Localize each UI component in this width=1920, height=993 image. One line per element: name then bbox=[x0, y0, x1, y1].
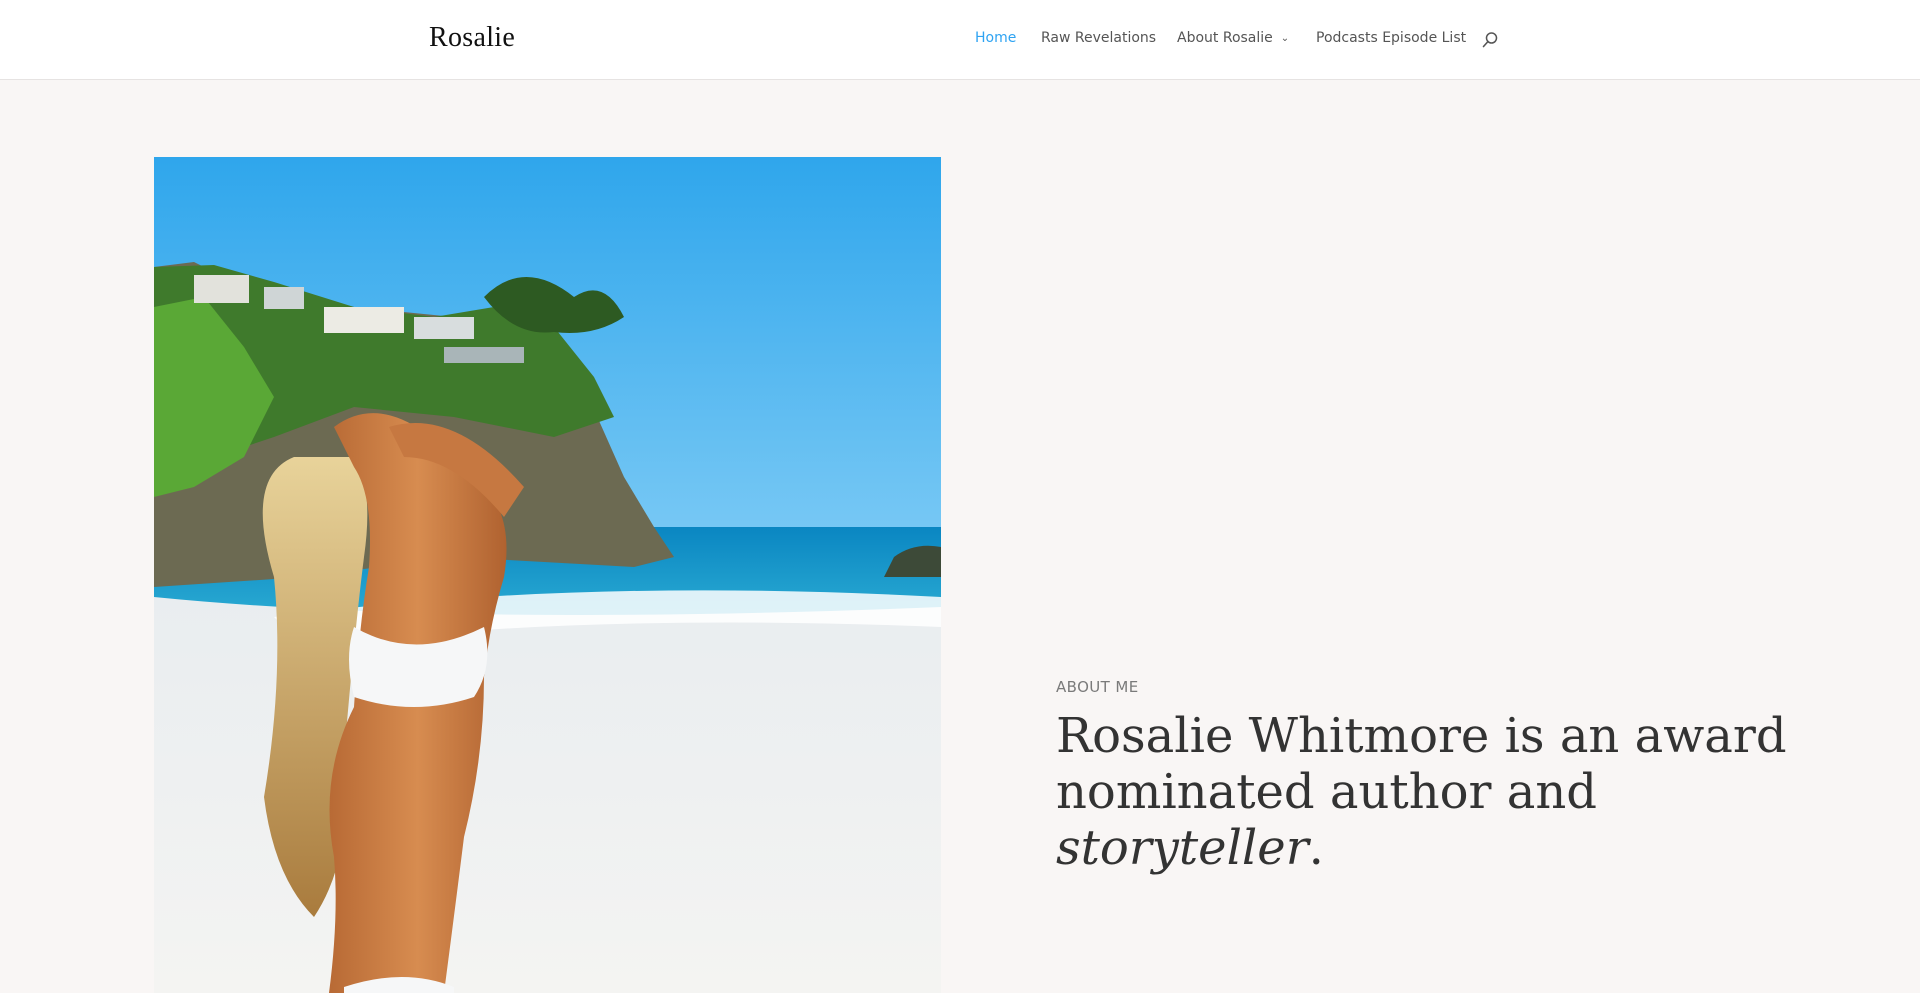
nav-item-podcasts-episode-list[interactable]: Podcasts Episode List bbox=[1316, 30, 1466, 46]
hero-headline: Rosalie Whitmore is an award nominated au… bbox=[1056, 708, 1816, 876]
section-eyebrow: ABOUT ME bbox=[1056, 678, 1139, 696]
chevron-down-icon: ⌄ bbox=[1280, 33, 1290, 44]
nav-item-about-rosalie[interactable]: About Rosalie ⌄ bbox=[1177, 30, 1289, 46]
site-header: Rosalie Home Raw Revelations About Rosal… bbox=[0, 0, 1920, 80]
nav-item-about-rosalie-label: About Rosalie bbox=[1177, 30, 1273, 46]
nav-item-home[interactable]: Home bbox=[975, 30, 1016, 46]
nav-item-raw-revelations[interactable]: Raw Revelations bbox=[1041, 30, 1156, 46]
beach-photo-illustration bbox=[154, 157, 941, 993]
headline-end: . bbox=[1308, 820, 1324, 876]
headline-italic: storyteller bbox=[1056, 820, 1309, 876]
hero-photo bbox=[154, 157, 941, 993]
headline-line-1: Rosalie Whitmore is an award bbox=[1056, 708, 1787, 764]
site-logo[interactable]: Rosalie bbox=[429, 22, 515, 54]
headline-line-2: nominated author and bbox=[1056, 764, 1597, 820]
search-icon[interactable] bbox=[1481, 31, 1499, 49]
